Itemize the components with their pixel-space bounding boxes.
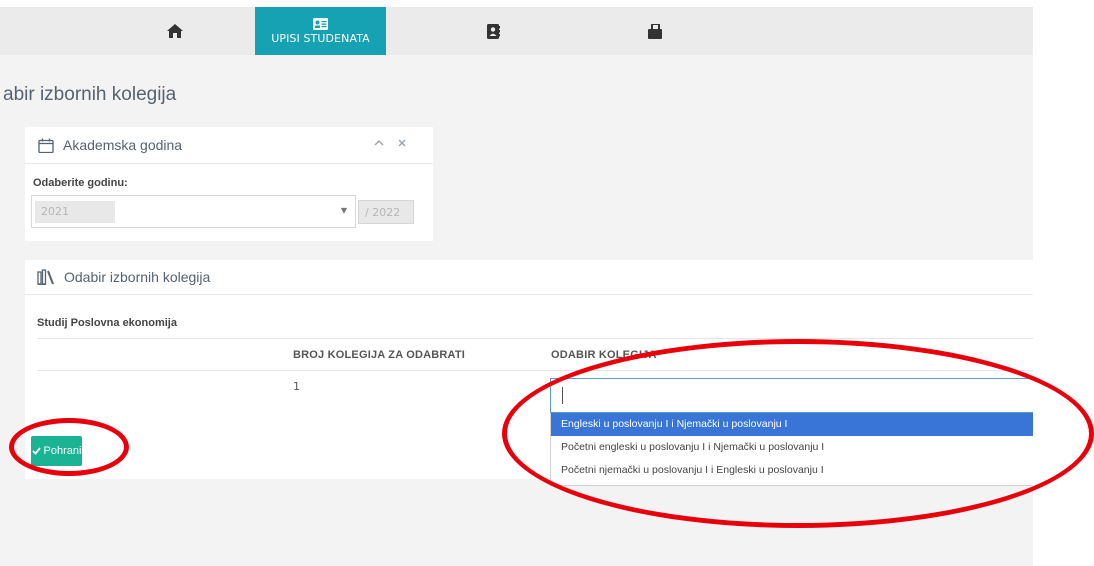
close-icon[interactable] xyxy=(398,139,406,147)
home-icon xyxy=(167,24,183,38)
annotation-ellipse-dropdown xyxy=(502,339,1094,528)
courses-to-pick-count: 1 xyxy=(293,380,300,393)
annotation-ellipse-save xyxy=(9,418,129,476)
nav-home[interactable] xyxy=(165,7,185,55)
year-field-label: Odaberite godinu: xyxy=(33,177,128,189)
divider xyxy=(37,338,1033,339)
page-title: abir izbornih kolegija xyxy=(3,84,177,105)
calendar-icon xyxy=(38,138,54,153)
academic-year-title: Akademska godina xyxy=(63,137,183,153)
panel-tools xyxy=(374,139,406,147)
briefcase-icon xyxy=(648,23,662,39)
study-name: Studij Poslovna ekonomija xyxy=(37,317,177,329)
collapse-chevron-icon[interactable] xyxy=(374,139,384,147)
column-header-count: BROJ KOLEGIJA ZA ODABRATI xyxy=(293,349,466,361)
nav-contacts[interactable] xyxy=(484,7,502,55)
elective-courses-panel-header: Odabir izbornih kolegija xyxy=(25,260,1033,295)
year-select[interactable]: 2021 ▼ xyxy=(31,195,356,228)
nav-briefcase[interactable] xyxy=(646,7,664,55)
id-card-icon xyxy=(313,17,328,30)
elective-courses-title: Odabir izbornih kolegija xyxy=(64,269,211,285)
contact-book-icon xyxy=(486,23,500,39)
top-navbar: UPISI STUDENATA xyxy=(0,7,1033,55)
chevron-down-icon: ▼ xyxy=(340,206,347,215)
nav-upisi-studenata[interactable]: UPISI STUDENATA xyxy=(255,7,386,55)
academic-year-panel-header: Akademska godina xyxy=(25,127,433,164)
academic-year-panel: Akademska godina Odaberite godinu: 2021 … xyxy=(25,127,433,241)
nav-upisi-label: UPISI STUDENATA xyxy=(271,31,370,45)
year-start-value: 2021 xyxy=(35,201,115,223)
year-end-field: / 2022 xyxy=(358,200,414,224)
library-icon xyxy=(37,269,54,285)
